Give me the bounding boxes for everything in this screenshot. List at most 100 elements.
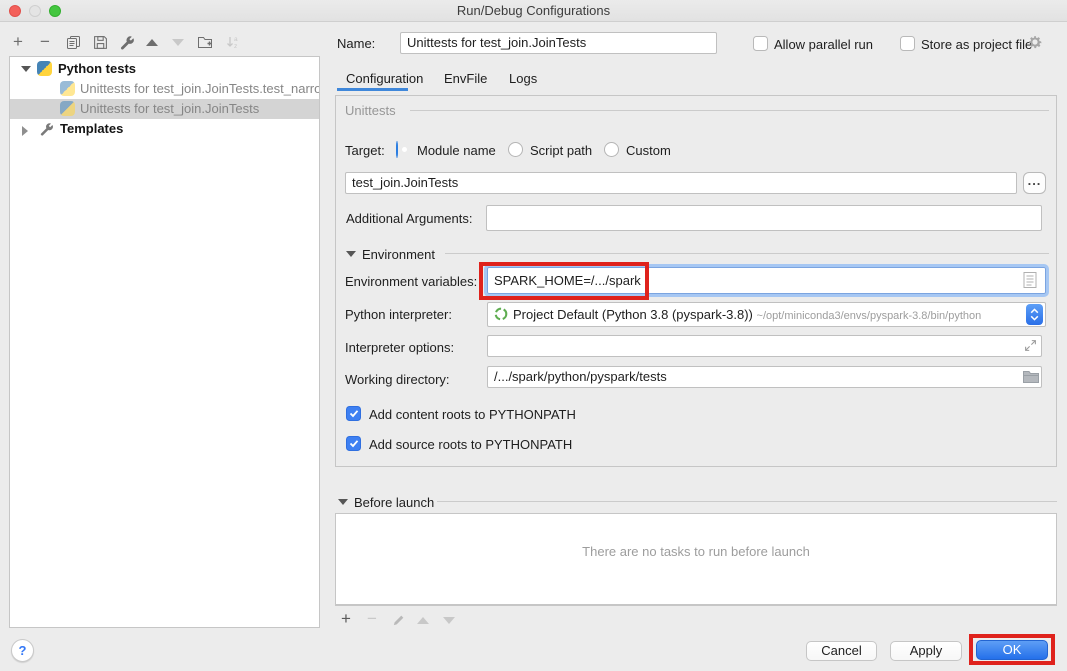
environment-variables-label: Environment variables: [345, 274, 477, 289]
move-task-down-button[interactable] [440, 611, 458, 629]
allow-parallel-run-checkbox[interactable] [753, 36, 768, 51]
interpreter-dropdown-stepper[interactable] [1026, 304, 1043, 325]
triangle-up-icon [146, 39, 158, 46]
browse-directory-button[interactable] [1023, 370, 1039, 383]
target-script-path-label: Script path [530, 143, 592, 158]
section-divider [410, 110, 1049, 111]
edit-task-button[interactable] [389, 611, 407, 629]
cancel-button[interactable]: Cancel [806, 641, 877, 661]
add-content-roots-checkbox[interactable] [346, 406, 361, 421]
expand-field-button[interactable] [1024, 339, 1037, 352]
window-title: Run/Debug Configurations [0, 0, 1067, 22]
additional-arguments-label: Additional Arguments: [346, 211, 472, 226]
store-as-project-file-checkbox[interactable] [900, 36, 915, 51]
tree-node-label: Python tests [58, 59, 136, 79]
tab-configuration[interactable]: Configuration [346, 71, 423, 86]
working-directory-input[interactable]: /.../spark/python/pyspark/tests [487, 366, 1042, 388]
titlebar: Run/Debug Configurations [0, 0, 1067, 22]
target-script-path-radio[interactable] [508, 142, 523, 157]
tree-node-python-tests[interactable]: Python tests [10, 59, 319, 79]
templates-wrench-icon [40, 122, 54, 136]
interpreter-path: ~/opt/miniconda3/envs/pyspark-3.8/bin/py… [757, 310, 982, 322]
minus-icon: − [367, 610, 377, 628]
triangle-up-icon [417, 617, 429, 624]
move-down-button[interactable] [169, 33, 187, 51]
module-name-input[interactable]: test_join.JoinTests [345, 172, 1017, 194]
python-interpreter-label: Python interpreter: [345, 307, 452, 322]
environment-variables-input[interactable]: SPARK_HOME=/.../spark [487, 267, 1046, 294]
copy-icon [66, 35, 81, 50]
active-tab-indicator [337, 88, 408, 91]
minus-icon: − [40, 33, 50, 51]
add-content-roots-label: Add content roots to PYTHONPATH [369, 407, 576, 422]
add-configuration-button[interactable]: + [9, 33, 27, 51]
tree-node-label: Unittests for test_join.JoinTests.test_n… [80, 79, 319, 99]
before-launch-collapse-triangle-icon[interactable] [338, 499, 348, 505]
additional-arguments-input[interactable] [486, 205, 1042, 231]
tree-node-unittest-jointests-selected[interactable]: Unittests for test_join.JoinTests [10, 99, 319, 119]
section-divider [437, 501, 1057, 502]
configurations-tree: Python tests Unittests for test_join.Joi… [9, 56, 320, 628]
save-configuration-button[interactable] [91, 33, 109, 51]
expand-diagonal-icon [1024, 339, 1037, 352]
create-folder-button[interactable] [196, 33, 214, 51]
ok-button[interactable]: OK [976, 640, 1048, 660]
up-down-chevrons-icon [1030, 308, 1039, 321]
tab-envfile[interactable]: EnvFile [444, 71, 487, 86]
chevron-down-icon[interactable] [21, 66, 31, 72]
triangle-down-icon [443, 617, 455, 624]
browse-module-button[interactable]: ... [1023, 172, 1046, 194]
name-label: Name: [337, 36, 375, 51]
env-list-icon [1023, 271, 1037, 289]
tree-node-unittest-narrow[interactable]: Unittests for test_join.JoinTests.test_n… [10, 79, 319, 99]
name-input[interactable]: Unittests for test_join.JoinTests [400, 32, 717, 54]
svg-text:a: a [234, 36, 238, 43]
check-icon [349, 409, 359, 418]
interpreter-options-input[interactable] [487, 335, 1042, 357]
target-custom-radio[interactable] [604, 142, 619, 157]
triangle-down-icon [172, 39, 184, 46]
unittests-section-label: Unittests [345, 103, 396, 118]
chevron-right-icon[interactable] [22, 126, 28, 136]
sort-configurations-button[interactable]: az [225, 33, 243, 51]
help-button[interactable]: ? [11, 639, 34, 662]
add-task-button[interactable]: + [337, 610, 355, 628]
plus-icon: + [13, 33, 23, 51]
remove-configuration-button[interactable]: − [36, 33, 54, 51]
svg-text:z: z [234, 43, 237, 50]
copy-configuration-button[interactable] [64, 33, 82, 51]
pencil-icon [392, 614, 405, 627]
store-options-button[interactable] [1027, 34, 1043, 50]
plus-icon: + [341, 610, 351, 628]
tree-node-label: Templates [60, 119, 123, 139]
gear-icon [1027, 34, 1043, 50]
python-interpreter-combobox[interactable]: Project Default (Python 3.8 (pyspark-3.8… [487, 302, 1046, 327]
target-module-name-radio[interactable] [396, 141, 398, 158]
interpreter-options-label: Interpreter options: [345, 340, 454, 355]
target-label: Target: [345, 143, 385, 158]
before-launch-task-list[interactable]: There are no tasks to run before launch [335, 513, 1057, 605]
save-icon [93, 35, 108, 50]
tab-logs[interactable]: Logs [509, 71, 537, 86]
divider [335, 605, 1057, 606]
move-up-button[interactable] [143, 33, 161, 51]
interpreter-value: Project Default (Python 3.8 (pyspark-3.8… [513, 307, 753, 322]
interpreter-icon [494, 307, 508, 321]
folder-icon [1023, 370, 1039, 383]
before-launch-empty-message: There are no tasks to run before launch [336, 544, 1056, 559]
wrench-icon [120, 35, 135, 50]
paste-env-button[interactable] [1023, 271, 1037, 289]
add-source-roots-checkbox[interactable] [346, 436, 361, 451]
run-debug-configurations-dialog: Run/Debug Configurations + − az Python t… [0, 0, 1067, 671]
edit-templates-button[interactable] [118, 33, 136, 51]
python-tests-icon [37, 61, 52, 76]
tree-node-templates[interactable]: Templates [10, 119, 319, 139]
add-source-roots-label: Add source roots to PYTHONPATH [369, 437, 572, 452]
environment-collapse-triangle-icon[interactable] [346, 251, 356, 257]
move-task-up-button[interactable] [414, 611, 432, 629]
apply-button[interactable]: Apply [890, 641, 962, 661]
new-folder-icon [197, 35, 213, 49]
section-divider [445, 253, 1049, 254]
target-module-name-label: Module name [417, 143, 496, 158]
remove-task-button[interactable]: − [363, 610, 381, 628]
